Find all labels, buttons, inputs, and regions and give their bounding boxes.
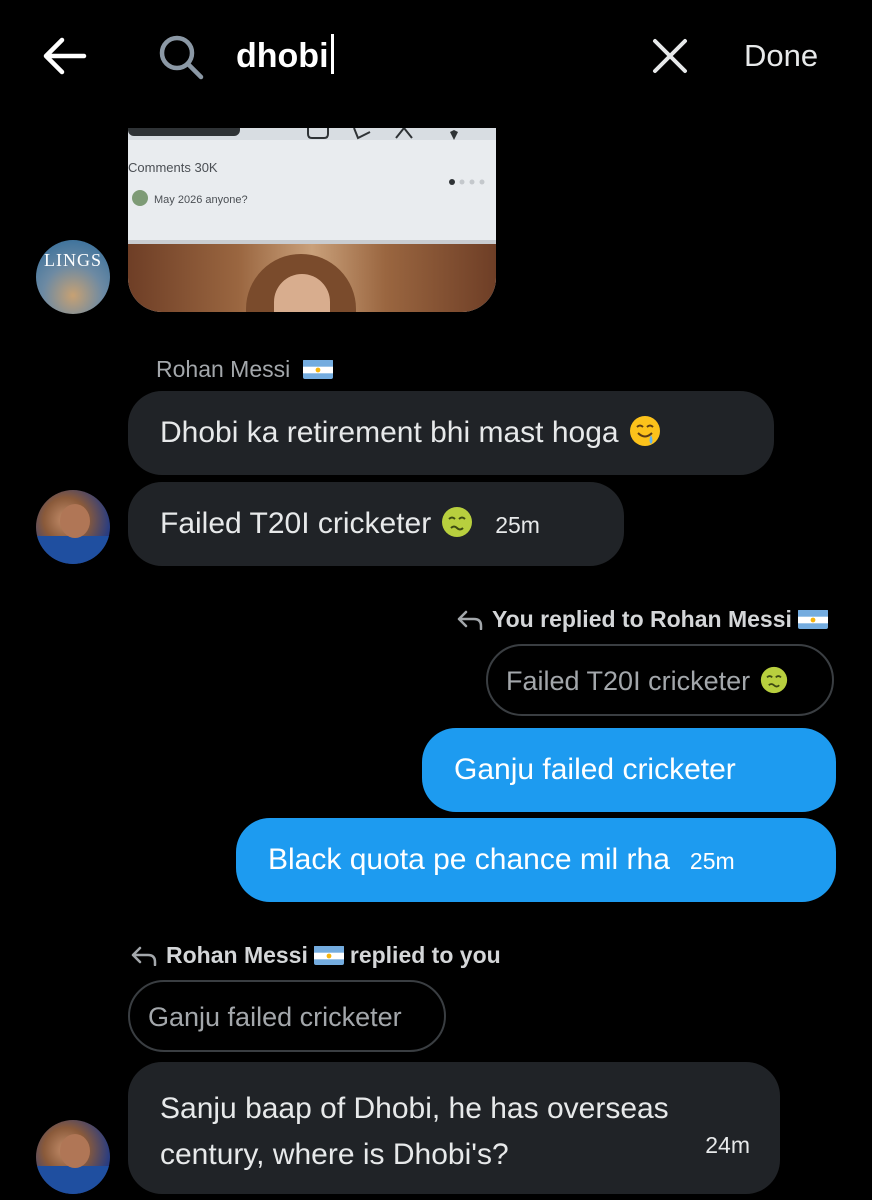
message-bubble[interactable]: Ganju failed cricketer (422, 728, 836, 812)
embedded-tab (128, 128, 240, 136)
shared-post-card[interactable]: Comments 30K May 2026 anyone? (128, 128, 496, 312)
message-bubble[interactable]: Failed T20I cricketer 25m (128, 482, 624, 566)
search-query-text: dhobi (236, 37, 329, 75)
quoted-message[interactable]: Ganju failed cricketer (128, 980, 446, 1052)
message-timestamp: 24m (705, 1132, 750, 1158)
message-text: Dhobi ka retirement bhi mast hoga (160, 416, 619, 449)
pager-dots (449, 179, 485, 185)
reply-context: You replied to Rohan Messi (456, 606, 828, 633)
close-icon (653, 39, 687, 73)
message-bubble[interactable]: Black quota pe chance mil rha 25m (236, 818, 836, 902)
embedded-photo (128, 244, 496, 312)
message-bubble[interactable]: Dhobi ka retirement bhi mast hoga (128, 391, 774, 475)
avatar[interactable] (36, 490, 110, 564)
nauseated-face-icon (760, 650, 788, 694)
reply-arrow-icon (457, 610, 483, 630)
search-icon (159, 35, 204, 80)
embedded-icons (307, 128, 458, 140)
avatar-jersey (36, 1166, 110, 1194)
reply-context: Rohan Messi replied to you (130, 942, 501, 969)
comment-avatar (132, 190, 148, 206)
search-input[interactable]: dhobi (236, 30, 616, 82)
quoted-message[interactable]: Failed T20I cricketer (486, 644, 834, 716)
done-button[interactable]: Done (744, 34, 818, 78)
comments-count: Comments 30K (128, 160, 218, 175)
message-text: Ganju failed cricketer (454, 753, 736, 786)
avatar[interactable]: LINGS (36, 240, 110, 314)
back-button[interactable] (40, 34, 88, 78)
message-text: Sanju baap of Dhobi, he has overseas cen… (160, 1092, 669, 1171)
reply-arrow-icon (131, 946, 157, 966)
clear-search-button[interactable] (650, 36, 690, 76)
argentina-flag-icon (797, 609, 828, 629)
text-caret (330, 34, 334, 74)
sender-name: Rohan Messi (156, 356, 333, 383)
argentina-flag-icon (313, 945, 344, 965)
avatar-jersey (36, 536, 110, 564)
back-arrow-icon (43, 37, 87, 75)
quoted-text: Ganju failed cricketer (148, 1002, 402, 1032)
argentina-flag-icon (302, 359, 333, 379)
comment-text: May 2026 anyone? (154, 194, 248, 206)
message-timestamp: 25m (689, 848, 735, 874)
message-text: Failed T20I cricketer (160, 507, 432, 540)
avatar[interactable] (36, 1120, 110, 1194)
quoted-text: Failed T20I cricketer (506, 666, 751, 696)
message-text: Black quota pe chance mil rha (268, 843, 670, 876)
message-timestamp: 25m (495, 512, 540, 538)
nauseated-face-icon (441, 506, 473, 538)
search-header: dhobi Done (0, 0, 872, 112)
message-bubble[interactable]: Sanju baap of Dhobi, he has overseas cen… (128, 1062, 780, 1194)
drooling-face-icon (629, 415, 661, 447)
avatar-face (60, 504, 90, 538)
avatar-logo-text: LINGS (44, 250, 102, 270)
avatar-face (60, 1134, 90, 1168)
